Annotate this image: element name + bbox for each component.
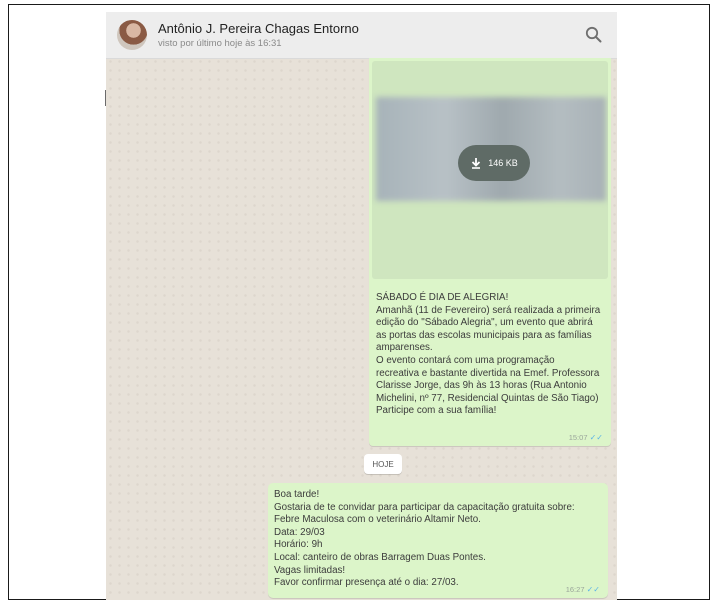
message-text: Boa tarde! Gostaria de te convidar para …	[274, 489, 575, 589]
chat-header[interactable]: Antônio J. Pereira Chagas Entorno visto …	[106, 12, 617, 59]
search-icon[interactable]	[583, 24, 605, 46]
message-text: SÁBADO É DIA DE ALEGRIA! Amanhã (11 de F…	[376, 292, 601, 417]
media-thumbnail[interactable]: 146 KB	[372, 61, 608, 279]
message-timestamp: 16:27	[565, 585, 585, 594]
contact-avatar[interactable]	[117, 20, 147, 50]
read-ticks-icon: ✓✓	[589, 433, 603, 442]
message-timestamp: 15:07	[568, 433, 588, 442]
chat-window: Antônio J. Pereira Chagas Entorno visto …	[106, 12, 617, 600]
download-size-label: 146 KB	[488, 158, 518, 168]
message-time: 16:27 ✓✓	[566, 585, 600, 594]
download-button[interactable]: 146 KB	[458, 145, 530, 181]
download-icon	[472, 158, 481, 169]
message-bubble-text[interactable]: Boa tarde! Gostaria de te convidar para …	[268, 483, 608, 598]
contact-last-seen: visto por último hoje às 16:31	[158, 38, 282, 49]
contact-name[interactable]: Antônio J. Pereira Chagas Entorno	[158, 21, 359, 36]
message-time: 15:07 ✓✓	[569, 433, 603, 442]
read-ticks-icon: ✓✓	[586, 585, 600, 594]
day-separator: HOJE	[364, 454, 402, 474]
message-bubble-media[interactable]: 146 KB SÁBADO É DIA DE ALEGRIA! Amanhã (…	[369, 58, 611, 446]
